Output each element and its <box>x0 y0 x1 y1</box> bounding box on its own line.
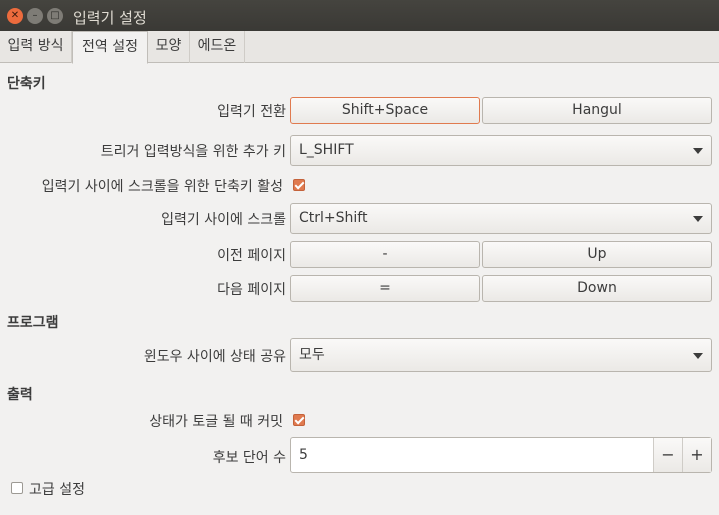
scroll-combo[interactable]: Ctrl+Shift <box>290 203 712 234</box>
window-titlebar: ✕ – □ 입력기 설정 <box>0 0 719 31</box>
maximize-icon[interactable]: □ <box>47 8 63 24</box>
candidates-label: 후보 단어 수 <box>212 450 286 466</box>
prev-page-label: 이전 페이지 <box>217 248 286 264</box>
tab-addons[interactable]: 에드온 <box>190 31 245 63</box>
candidates-spinbox[interactable]: 5 − + <box>290 437 712 473</box>
tab-global-settings[interactable]: 전역 설정 <box>72 31 148 64</box>
commit-label: 상태가 토글 될 때 커밋 <box>149 414 283 430</box>
minimize-icon[interactable]: – <box>27 8 43 24</box>
enable-scroll-label: 입력기 사이에 스크롤을 위한 단축키 활성 <box>41 179 283 195</box>
toggle-key-button-2[interactable]: Hangul <box>482 97 712 124</box>
scroll-label: 입력기 사이에 스크롤 <box>161 212 286 228</box>
tab-bar: 입력 방식 전역 설정 모양 에드온 <box>0 31 719 64</box>
next-page-label: 다음 페이지 <box>217 282 286 298</box>
trigger-combo[interactable]: L_SHIFT <box>290 135 712 166</box>
dropdown-arrow-icon <box>693 216 703 222</box>
commit-checkbox[interactable] <box>293 414 305 426</box>
prev-page-button-1[interactable]: - <box>290 241 480 268</box>
dropdown-arrow-icon <box>693 148 703 154</box>
section-shortcuts: 단축키 <box>7 76 46 92</box>
minus-icon[interactable]: − <box>653 438 682 472</box>
scroll-value: Ctrl+Shift <box>299 210 368 226</box>
advanced-label[interactable]: 고급 설정 <box>29 479 85 499</box>
toggle-label: 입력기 전환 <box>217 104 286 120</box>
tab-appearance[interactable]: 모양 <box>148 31 190 63</box>
section-output: 출력 <box>7 387 33 403</box>
next-page-button-2[interactable]: Down <box>482 275 712 302</box>
prev-page-button-2[interactable]: Up <box>482 241 712 268</box>
close-icon[interactable]: ✕ <box>7 8 23 24</box>
advanced-checkbox[interactable] <box>11 482 23 494</box>
plus-icon[interactable]: + <box>682 438 711 472</box>
dropdown-arrow-icon <box>693 353 703 359</box>
trigger-label: 트리거 입력방식을 위한 추가 키 <box>100 144 286 160</box>
window-title: 입력기 설정 <box>73 9 147 27</box>
share-state-value: 모두 <box>299 347 325 363</box>
share-state-combo[interactable]: 모두 <box>290 338 712 372</box>
trigger-value: L_SHIFT <box>299 142 354 158</box>
candidates-value[interactable]: 5 <box>299 447 308 463</box>
section-program: 프로그램 <box>7 315 59 331</box>
tab-input-method[interactable]: 입력 방식 <box>0 31 72 63</box>
share-state-label: 윈도우 사이에 상태 공유 <box>143 349 286 365</box>
enable-scroll-checkbox[interactable] <box>293 179 305 191</box>
next-page-button-1[interactable]: = <box>290 275 480 302</box>
toggle-key-button-1[interactable]: Shift+Space <box>290 97 480 124</box>
